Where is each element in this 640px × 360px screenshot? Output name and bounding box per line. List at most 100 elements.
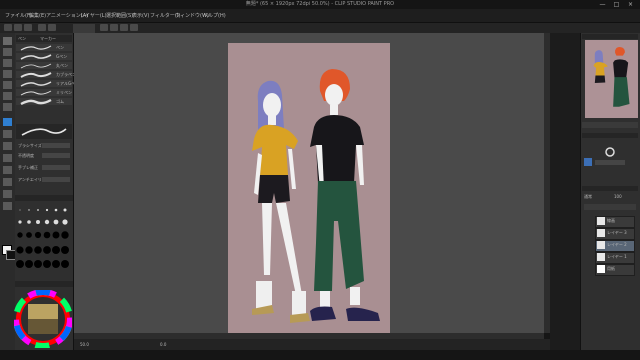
undo-icon[interactable] xyxy=(38,24,46,31)
boy-face xyxy=(325,84,343,106)
girl-face xyxy=(263,93,281,117)
transform-icon[interactable] xyxy=(110,24,118,31)
brush-size-slider[interactable] xyxy=(42,143,70,148)
brush-name: ペン xyxy=(56,45,64,50)
prop-label: 不透明度 xyxy=(18,153,34,158)
girl-sock-right xyxy=(292,291,306,315)
blend-mode[interactable]: 通常 xyxy=(584,194,592,200)
subtool-tab-marker[interactable]: マーカー xyxy=(40,36,56,42)
clear-icon[interactable] xyxy=(100,24,108,31)
girl-shorts xyxy=(258,175,290,203)
canvas-tab[interactable] xyxy=(73,24,95,33)
snap-icon[interactable] xyxy=(130,24,138,31)
color-wheel[interactable] xyxy=(14,290,72,348)
antialias-setting[interactable] xyxy=(42,177,70,182)
menu-file[interactable]: ファイル(F) xyxy=(5,12,32,19)
menu-selection[interactable]: 選択範囲(S) xyxy=(106,12,133,19)
boy-neck xyxy=(330,105,338,115)
navigator-controls[interactable] xyxy=(582,122,638,128)
layer-opacity[interactable]: 100 xyxy=(614,194,622,199)
zoom-tool-icon[interactable] xyxy=(3,37,12,45)
maximize-button[interactable]: □ xyxy=(610,1,623,8)
command-bar xyxy=(0,23,640,33)
layer-thumbnail xyxy=(597,241,605,249)
girl-neck xyxy=(268,115,276,125)
lasso-tool-icon[interactable] xyxy=(3,70,12,78)
eyedropper-tool-icon[interactable] xyxy=(3,81,12,89)
brush-stroke-preview xyxy=(20,45,52,51)
window-title: 無題* (65 × 1920px 72dpi 50.0%) - CLIP STU… xyxy=(245,1,395,7)
pencil-tool-icon[interactable] xyxy=(3,92,12,100)
brush-name: ゴム xyxy=(56,99,64,104)
move-tool-icon[interactable] xyxy=(3,48,12,56)
layer-name: 線画 xyxy=(607,218,615,223)
airbrush-tool-icon[interactable] xyxy=(3,130,12,138)
layer-name: レイヤー 2 xyxy=(607,242,627,247)
minimize-button[interactable]: — xyxy=(596,1,609,8)
layer-thumbnail xyxy=(597,217,605,225)
layer-panel-header xyxy=(582,186,638,191)
pen-tool-icon[interactable] xyxy=(3,118,12,126)
brush-stroke-preview xyxy=(20,81,52,87)
boy-shoe-left xyxy=(310,306,336,321)
subtool-tab-pen[interactable]: ペン xyxy=(18,36,26,42)
navigator-thumb xyxy=(593,46,630,107)
boy-pants xyxy=(314,181,364,291)
girl-leg-left xyxy=(262,203,272,275)
boy-shoe-right xyxy=(346,307,380,321)
girl-leg-right xyxy=(276,203,302,295)
layer-name: 用紙 xyxy=(607,266,615,271)
new-file-icon[interactable] xyxy=(4,24,12,31)
paper-thumbnail xyxy=(597,265,605,273)
brush-stroke-preview xyxy=(20,63,52,69)
prop-label: 手ブレ補正 xyxy=(18,165,38,170)
open-file-icon[interactable] xyxy=(14,24,22,31)
rotation-angle[interactable]: 0.0 xyxy=(160,342,166,347)
brush-tip-preview xyxy=(21,128,67,136)
status-bar xyxy=(74,339,550,350)
select-tool-icon[interactable] xyxy=(3,59,12,67)
zoom-level[interactable]: 50.0 xyxy=(80,342,89,347)
boy-ankle-left xyxy=(320,291,330,309)
brush-stroke-preview xyxy=(20,54,52,60)
brush-size-grid[interactable] xyxy=(16,204,72,272)
menu-view[interactable]: 表示(V) xyxy=(132,12,149,19)
eraser-tool-icon[interactable] xyxy=(3,142,12,150)
boy-ankle-right xyxy=(350,287,360,305)
navigator-preview[interactable] xyxy=(585,40,638,118)
layer-thumbnail xyxy=(597,253,605,261)
save-icon[interactable] xyxy=(24,24,32,31)
color-wheel-header xyxy=(15,281,73,287)
brush-name: 丸ペン xyxy=(56,63,68,68)
fill-tool-icon[interactable] xyxy=(3,166,12,174)
text-tool-icon[interactable] xyxy=(3,190,12,198)
menu-layer[interactable]: レイヤー(L) xyxy=(80,12,107,19)
boy-arm-right xyxy=(356,145,364,185)
prop-label: ブラシサイズ xyxy=(18,143,42,148)
color-setting-field[interactable] xyxy=(595,160,625,165)
drawing-canvas[interactable] xyxy=(228,43,390,333)
close-button[interactable]: × xyxy=(624,1,637,8)
gradient-tool-icon[interactable] xyxy=(3,178,12,186)
menu-help[interactable]: ヘルプ(H) xyxy=(203,12,226,19)
properties-header xyxy=(582,133,638,138)
navigator-header xyxy=(582,34,638,39)
brush-stroke-preview xyxy=(20,72,52,78)
blend-tool-icon[interactable] xyxy=(3,154,12,162)
ruler-tool-icon[interactable] xyxy=(3,202,12,210)
layer-color-swatch[interactable] xyxy=(584,158,592,166)
brush-tool-icon[interactable] xyxy=(3,103,12,111)
opacity-slider[interactable] xyxy=(42,153,70,158)
girl-arm-right xyxy=(288,149,296,189)
deselect-icon[interactable] xyxy=(120,24,128,31)
redo-icon[interactable] xyxy=(48,24,56,31)
circle-icon[interactable] xyxy=(604,146,616,158)
brush-stroke-preview xyxy=(20,90,52,96)
menu-edit[interactable]: 編集(E) xyxy=(29,12,46,19)
stabilizer-slider[interactable] xyxy=(42,165,70,170)
brush-name: ミリペン xyxy=(56,90,72,95)
taskbar xyxy=(0,350,640,360)
panel-dock-strip xyxy=(550,33,580,350)
layer-thumbnail xyxy=(597,229,605,237)
layer-toolbar[interactable] xyxy=(584,204,636,210)
